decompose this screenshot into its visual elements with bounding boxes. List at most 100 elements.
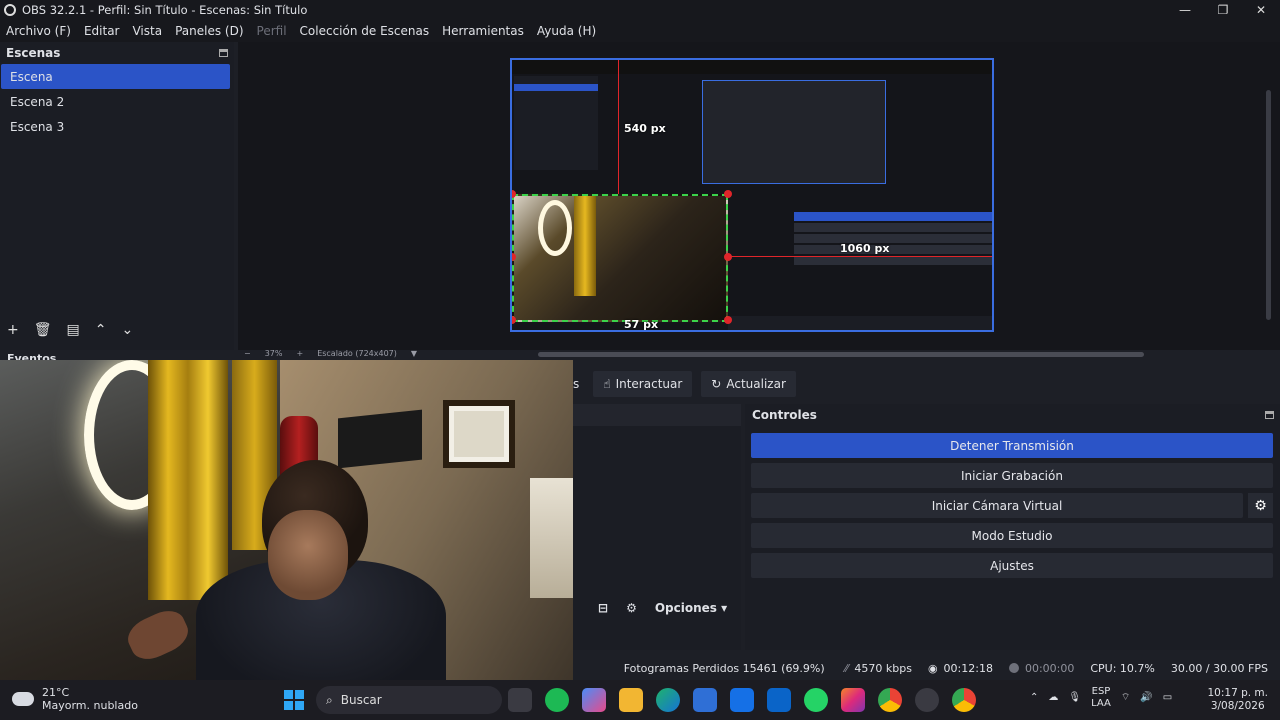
start-windows-icon[interactable] <box>284 690 304 710</box>
onedrive-icon[interactable]: ☁ <box>1048 692 1058 704</box>
options-button[interactable]: Opciones ▾ <box>655 601 727 615</box>
nested-statusbar <box>728 316 992 330</box>
controls-dock: Controles Detener Transmisión Iniciar Gr… <box>745 404 1280 650</box>
virtual-camera-button[interactable]: Iniciar Cámara Virtual <box>751 493 1243 518</box>
chrome-icon[interactable] <box>878 688 902 712</box>
app-blue-icon[interactable] <box>730 688 754 712</box>
virtual-camera-settings-icon[interactable]: ⚙ <box>1248 493 1273 518</box>
edge-icon[interactable] <box>656 688 680 712</box>
guide-line-top <box>618 60 619 194</box>
interact-label: Interactuar <box>615 377 683 391</box>
start-recording-button[interactable]: Iniciar Grabación <box>751 463 1273 488</box>
menu-archivo[interactable]: Archivo (F) <box>6 24 71 38</box>
menu-editar[interactable]: Editar <box>84 24 120 38</box>
outlook-icon[interactable] <box>767 688 791 712</box>
record-icon <box>1008 663 1019 673</box>
preview-canvas[interactable]: 540 px 1060 px 57 px <box>510 58 994 332</box>
layout-icon[interactable]: ⊟ <box>598 601 608 615</box>
interact-button[interactable]: ☝ Interactuar <box>593 371 693 397</box>
bitrate: 4570 kbps <box>854 661 912 675</box>
up-icon[interactable]: ⌃ <box>95 322 107 338</box>
bitrate-bars-icon: ⁄⁄ <box>844 661 849 675</box>
preview-vertical-scrollbar[interactable] <box>1266 90 1271 320</box>
stream-icon: ◉ <box>927 661 938 675</box>
stream-time: 00:12:18 <box>943 661 993 675</box>
resize-handle[interactable] <box>724 316 732 324</box>
undock-icon[interactable] <box>1265 411 1274 419</box>
stop-stream-button[interactable]: Detener Transmisión <box>751 433 1273 458</box>
nested-scenes-panel <box>514 76 598 170</box>
nested-preview <box>702 80 886 184</box>
zoom-out-icon[interactable]: − <box>244 349 251 358</box>
trash-icon[interactable]: 🗑 <box>34 322 52 338</box>
menu-coleccion-escenas[interactable]: Colección de Escenas <box>300 24 430 38</box>
battery-icon[interactable]: ▭ <box>1163 692 1172 704</box>
store-icon[interactable] <box>693 688 717 712</box>
microphone-icon[interactable]: 🎙 <box>1068 692 1081 704</box>
menu-paneles[interactable]: Paneles (D) <box>175 24 243 38</box>
toolbar-truncated-label[interactable]: s <box>573 377 579 391</box>
maximize-button[interactable]: ❐ <box>1204 0 1242 20</box>
cloud-sun-icon <box>12 692 34 706</box>
minimize-button[interactable]: — <box>1166 0 1204 20</box>
menu-vista[interactable]: Vista <box>132 24 162 38</box>
close-button[interactable]: ✕ <box>1242 0 1280 20</box>
wall-screen-image <box>338 409 422 469</box>
resize-handle[interactable] <box>724 253 732 261</box>
refresh-button[interactable]: ↻ Actualizar <box>701 371 796 397</box>
nested-control-button <box>794 256 992 265</box>
taskbar-clock[interactable]: 10:17 p. m. 3/08/2026 <box>1207 687 1268 713</box>
add-icon[interactable]: + <box>7 322 19 338</box>
studio-mode-button[interactable]: Modo Estudio <box>751 523 1273 548</box>
scenes-toolbar: + 🗑 ▤ ⌃ ⌄ <box>0 322 133 338</box>
taskbar-search[interactable]: ⌕ Buscar <box>316 686 502 714</box>
app-green-icon[interactable] <box>545 688 569 712</box>
curtain-image <box>574 196 596 296</box>
search-icon: ⌕ <box>326 692 333 707</box>
instagram-icon[interactable] <box>841 688 865 712</box>
measure-label-bottom: 57 px <box>624 318 659 331</box>
zoom-in-icon[interactable]: + <box>296 349 303 358</box>
language-indicator[interactable]: ESP LAA <box>1091 686 1111 710</box>
volume-icon[interactable]: 🔊 <box>1140 692 1152 704</box>
zoom-level: 37% <box>264 349 283 358</box>
filter-icon[interactable]: ▤ <box>67 322 80 338</box>
preview-horizontal-scrollbar[interactable] <box>538 352 1144 357</box>
menu-ayuda[interactable]: Ayuda (H) <box>537 24 596 38</box>
scenes-dock-title: Escenas <box>6 46 61 60</box>
weather-widget[interactable]: 21°C Mayorm. nublado <box>12 686 138 712</box>
tray-expand-icon[interactable]: ⌃ <box>1030 692 1038 704</box>
ring-light-image <box>538 200 572 256</box>
clock-date: 3/08/2026 <box>1210 700 1265 712</box>
search-label: Buscar <box>340 693 382 707</box>
undock-icon[interactable] <box>219 49 228 57</box>
menu-herramientas[interactable]: Herramientas <box>442 24 524 38</box>
whatsapp-icon[interactable] <box>804 688 828 712</box>
controls-dock-title: Controles <box>752 408 817 422</box>
task-view-icon[interactable] <box>508 688 532 712</box>
nested-controls <box>794 210 992 290</box>
settings-button[interactable]: Ajustes <box>751 553 1273 578</box>
resize-handle[interactable] <box>724 190 732 198</box>
resize-handle[interactable] <box>512 316 516 324</box>
controls-dock-header: Controles <box>745 404 1280 426</box>
mixer-dock-header <box>573 404 741 426</box>
chrome-icon[interactable] <box>952 688 976 712</box>
obs-taskbar-icon[interactable] <box>915 688 939 712</box>
clock-time: 10:17 p. m. <box>1207 687 1268 699</box>
advanced-settings-icon[interactable]: ⚙ <box>626 601 637 615</box>
cpu-usage: CPU: 10.7% <box>1090 661 1155 675</box>
down-icon[interactable]: ⌄ <box>121 322 133 338</box>
scene-item-label: Escena 3 <box>10 119 65 134</box>
copilot-icon[interactable] <box>582 688 606 712</box>
file-explorer-icon[interactable] <box>619 688 643 712</box>
nested-scene-selected <box>514 84 598 91</box>
wifi-icon[interactable]: ⌔ <box>1121 692 1130 704</box>
keyboard-layout: LAA <box>1091 698 1111 709</box>
scene-item[interactable]: Escena 2 <box>1 89 230 114</box>
camera-source-selected[interactable] <box>512 194 728 322</box>
scale-dropdown-icon[interactable]: ▼ <box>411 349 417 358</box>
recording-time: 00:00:00 <box>1024 661 1075 675</box>
scene-item[interactable]: Escena 3 <box>1 114 230 139</box>
scene-item[interactable]: Escena <box>1 64 230 89</box>
